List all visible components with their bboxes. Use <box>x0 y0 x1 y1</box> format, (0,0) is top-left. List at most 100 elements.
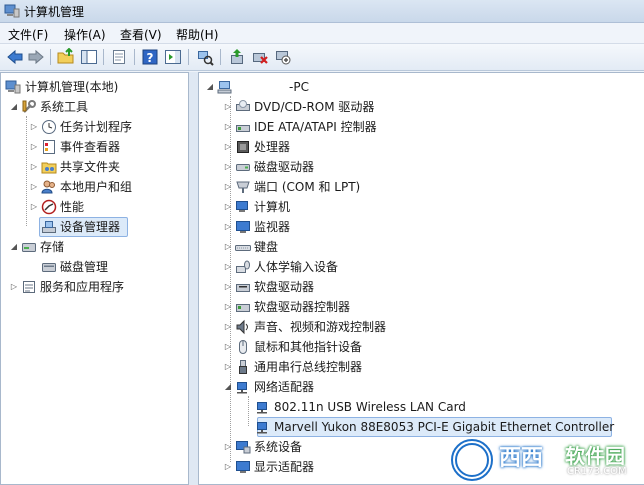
mouse-icon <box>239 340 247 354</box>
menu-view[interactable]: 查看(V) <box>120 26 162 43</box>
pane-splitter[interactable] <box>189 72 198 485</box>
expand-arrow-icon[interactable]: ▷ <box>223 138 233 156</box>
network-adapter-icon <box>257 422 267 434</box>
tree-root-label: 计算机管理(本地) <box>25 80 119 94</box>
tree-guide-line <box>26 116 27 226</box>
expand-arrow-icon[interactable]: ▷ <box>223 118 233 136</box>
computer-icon <box>236 201 248 212</box>
up-folder-icon[interactable] <box>57 48 75 66</box>
disable-device-icon[interactable] <box>274 48 292 66</box>
device-category-label: 鼠标和其他指针设备 <box>254 340 363 354</box>
port-icon <box>236 181 250 193</box>
expand-arrow-icon[interactable]: ▷ <box>223 158 233 176</box>
event-viewer-icon <box>43 140 55 154</box>
menu-bar: 文件(F) 操作(A) 查看(V) 帮助(H) <box>0 23 644 44</box>
watermark-text-site: 软件园 <box>565 444 625 468</box>
action-pane-icon[interactable] <box>164 48 182 66</box>
performance-icon <box>41 199 57 215</box>
tree-item-label: 本地用户和组 <box>60 180 133 194</box>
collapse-arrow-icon[interactable]: ◢ <box>9 98 19 116</box>
device-category-label: 人体学输入设备 <box>254 260 339 274</box>
expand-arrow-icon[interactable]: ▷ <box>223 458 233 476</box>
expand-arrow-icon[interactable]: ▷ <box>29 178 39 196</box>
toolbar-separator <box>103 49 104 65</box>
expand-arrow-icon[interactable]: ▷ <box>223 338 233 356</box>
disk-management-icon <box>42 263 56 272</box>
menu-file[interactable]: 文件(F) <box>8 26 48 43</box>
console-tree-icon[interactable] <box>80 48 98 66</box>
tree-storage-label: 存储 <box>40 240 65 254</box>
device-category-label: 处理器 <box>254 140 291 154</box>
expand-arrow-icon[interactable]: ▷ <box>223 358 233 376</box>
menu-help[interactable]: 帮助(H) <box>176 26 218 43</box>
expand-arrow-icon[interactable]: ▷ <box>29 198 39 216</box>
help-icon[interactable]: ? <box>141 48 159 66</box>
shared-folder-icon <box>41 162 57 174</box>
menu-action[interactable]: 操作(A) <box>64 26 106 43</box>
collapse-arrow-icon[interactable]: ◢ <box>205 78 215 96</box>
toolbar-separator <box>134 49 135 65</box>
expand-arrow-icon[interactable]: ▷ <box>223 98 233 116</box>
device-category-label: 显示适配器 <box>254 460 315 474</box>
network-device-label: 802.11n USB Wireless LAN Card <box>274 400 466 414</box>
tree-guide-line <box>248 396 249 426</box>
scan-hardware-icon[interactable] <box>196 48 214 66</box>
watermark-swirl-icon <box>451 439 493 481</box>
device-category-label: 键盘 <box>254 240 279 254</box>
expand-arrow-icon[interactable]: ▷ <box>223 278 233 296</box>
processor-icon <box>237 141 249 153</box>
tree-item-label: 任务计划程序 <box>60 120 133 134</box>
expand-arrow-icon[interactable]: ▷ <box>223 218 233 236</box>
floppy-controller-icon <box>236 304 250 312</box>
device-category-label: 软盘驱动器 <box>254 280 315 294</box>
watermark-logo: 西西 软件园 CR173.COM <box>447 436 644 485</box>
computer-icon <box>217 81 232 94</box>
tools-icon <box>22 100 36 113</box>
floppy-drive-icon <box>236 284 250 292</box>
uninstall-device-icon[interactable] <box>251 48 269 66</box>
tree-services-label: 服务和应用程序 <box>40 280 125 294</box>
properties-icon[interactable] <box>110 48 128 66</box>
expand-arrow-icon[interactable]: ▷ <box>29 118 39 136</box>
network-adapter-icon <box>257 402 267 414</box>
clock-icon <box>42 120 56 134</box>
console-tree-pane[interactable]: 计算机管理(本地) ◢ 系统工具 ▷ 任务计划程序 ▷ 事件查看器 ▷ 共享文件… <box>0 72 189 485</box>
tree-item-label: 共享文件夹 <box>60 160 121 174</box>
expand-arrow-icon[interactable]: ▷ <box>223 318 233 336</box>
window-title: 计算机管理 <box>24 5 85 19</box>
device-category-label: 通用串行总线控制器 <box>254 360 363 374</box>
expand-arrow-icon[interactable]: ▷ <box>223 198 233 216</box>
update-driver-icon[interactable] <box>228 48 246 66</box>
expand-arrow-icon[interactable]: ▷ <box>223 298 233 316</box>
dvd-drive-icon <box>236 100 250 111</box>
device-category-label: 声音、视频和游戏控制器 <box>254 320 387 334</box>
monitor-icon <box>236 221 250 233</box>
toolbar-separator <box>50 49 51 65</box>
usb-icon <box>239 360 247 374</box>
computer-name-label: -PC <box>289 80 309 94</box>
back-icon[interactable] <box>6 48 24 66</box>
tree-system-tools-label: 系统工具 <box>40 100 89 114</box>
expand-arrow-icon[interactable]: ▷ <box>223 238 233 256</box>
device-category-label: 监视器 <box>254 220 291 234</box>
forward-icon[interactable] <box>27 48 45 66</box>
computer-management-icon <box>5 80 21 94</box>
collapse-arrow-icon[interactable]: ◢ <box>9 238 19 256</box>
device-category-label: 端口 (COM 和 LPT) <box>254 180 361 194</box>
device-category-label: 系统设备 <box>254 440 303 454</box>
tree-item-label: 设备管理器 <box>60 220 121 234</box>
expand-arrow-icon[interactable]: ▷ <box>9 278 19 296</box>
expand-arrow-icon[interactable]: ▷ <box>29 158 39 176</box>
expand-arrow-icon[interactable]: ▷ <box>223 438 233 456</box>
tree-item-label: 事件查看器 <box>60 140 121 154</box>
expand-arrow-icon[interactable]: ▷ <box>223 258 233 276</box>
hid-icon <box>236 260 250 273</box>
users-icon <box>41 180 55 194</box>
device-tree-pane[interactable]: ◢ -PC ▷ DVD/CD-ROM 驱动器 ▷ IDE ATA/ATAPI 控… <box>198 72 644 485</box>
system-devices-icon <box>236 441 251 454</box>
expand-arrow-icon[interactable]: ▷ <box>29 138 39 156</box>
ide-controller-icon <box>236 125 250 132</box>
expand-arrow-icon[interactable]: ▷ <box>223 178 233 196</box>
device-category-label: 网络适配器 <box>254 380 315 394</box>
collapse-arrow-icon[interactable]: ◢ <box>223 378 233 396</box>
